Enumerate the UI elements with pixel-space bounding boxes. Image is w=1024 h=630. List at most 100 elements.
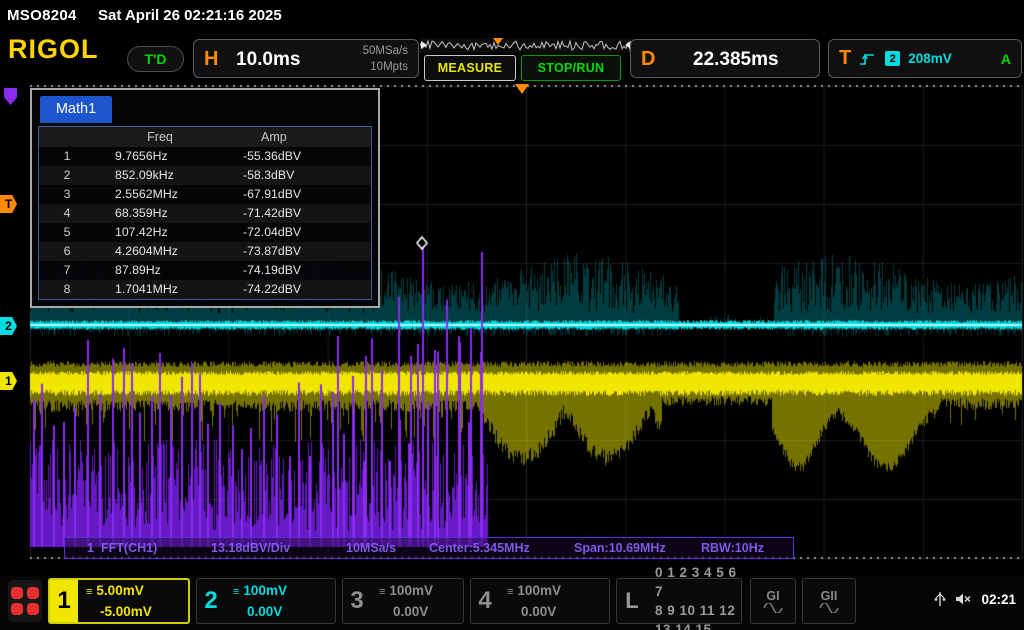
menu-grid-icon bbox=[11, 587, 23, 599]
datetime-text: Sat April 26 02:21:16 2025 bbox=[98, 7, 282, 24]
channel4-scale-line: ≡100mV bbox=[507, 581, 609, 602]
channel2-offset: 0.00V bbox=[233, 602, 335, 621]
hpos-trigger-marker-icon[interactable] bbox=[493, 38, 503, 45]
channel1-scale-line: ≡ 5.00mV bbox=[86, 581, 188, 602]
trigger-mode-indicator: A bbox=[1001, 51, 1011, 67]
trigger-source-chip: 2 bbox=[885, 51, 900, 66]
coupling-icon: ≡ bbox=[379, 586, 385, 598]
coupling-icon: ≡ bbox=[233, 586, 239, 598]
channel3-offset: 0.00V bbox=[379, 602, 463, 621]
fft-sample-rate: 10MSa/s bbox=[346, 539, 396, 558]
d-label: D bbox=[641, 48, 655, 71]
mcell-amp: -58.3dBV bbox=[225, 166, 371, 185]
hpos-waveform-icon bbox=[420, 38, 632, 53]
fft-status-bar[interactable]: 1 FFT(CH1) 13.18dBV/Div 10MSa/s Center:5… bbox=[64, 537, 794, 559]
hpos-left-arrow-icon bbox=[421, 41, 427, 49]
channel2-number: 2 bbox=[197, 579, 225, 623]
math-row: 468.359Hz-71.42dBV bbox=[39, 204, 371, 223]
math-table-header: Freq Amp bbox=[39, 127, 371, 147]
header-index-cell bbox=[39, 127, 95, 147]
t-label: T bbox=[839, 47, 851, 70]
mcell-n: 7 bbox=[39, 261, 95, 280]
clock-text: 02:21 bbox=[981, 592, 1016, 607]
math-row: 2852.09kHz-58.3dBV bbox=[39, 166, 371, 185]
mcell-freq: 107.42Hz bbox=[95, 223, 225, 242]
mcell-amp: -67.91dBV bbox=[225, 185, 371, 204]
rigol-logo: RIGOL bbox=[8, 34, 99, 65]
math-row: 787.89Hz-74.19dBV bbox=[39, 261, 371, 280]
mcell-freq: 87.89Hz bbox=[95, 261, 225, 280]
math-row: 81.7041MHz-74.22dBV bbox=[39, 280, 371, 299]
channel1-scale: 5.00mV bbox=[96, 583, 143, 598]
fft-scale: 13.18dBV/Div bbox=[211, 539, 290, 558]
channel2-scale-line: ≡100mV bbox=[233, 581, 335, 602]
h-label: H bbox=[204, 48, 218, 71]
math1-tab[interactable]: Math1 bbox=[40, 96, 112, 123]
mcell-freq: 9.7656Hz bbox=[95, 147, 225, 166]
menu-grid-icon bbox=[11, 603, 23, 615]
channel4-box[interactable]: 4 ≡100mV 0.00V bbox=[470, 578, 610, 624]
fft-rbw: RBW:10Hz bbox=[701, 539, 764, 558]
la-digits-row1: 0 1 2 3 4 5 6 7 bbox=[655, 563, 741, 601]
measure-button[interactable]: MEASURE bbox=[424, 55, 516, 81]
horizontal-settings-box[interactable]: H 10.0ms 50MSa/s 10Mpts bbox=[193, 39, 419, 78]
math-table-rows: 19.7656Hz-55.36dBV2852.09kHz-58.3dBV32.5… bbox=[39, 147, 371, 299]
acquisition-info: 50MSa/s 10Mpts bbox=[363, 43, 408, 75]
header-amp-cell: Amp bbox=[225, 127, 371, 147]
math-row: 5107.42Hz-72.04dBV bbox=[39, 223, 371, 242]
math1-peak-table: Freq Amp 19.7656Hz-55.36dBV2852.09kHz-58… bbox=[38, 126, 372, 300]
channel3-box[interactable]: 3 ≡ 100mV 0.00V bbox=[342, 578, 464, 624]
menu-grid-icon bbox=[27, 587, 39, 599]
generator1-box[interactable]: GI bbox=[750, 578, 796, 624]
coupling-icon: ≡ bbox=[86, 586, 92, 598]
channel1-box[interactable]: 1 ≡ 5.00mV -5.00mV bbox=[48, 578, 190, 624]
channel2-box[interactable]: 2 ≡100mV 0.00V bbox=[196, 578, 336, 624]
header-toolbar: RIGOL T'D H 10.0ms 50MSa/s 10Mpts MEASUR… bbox=[0, 30, 1024, 84]
bottom-status-bar: 1 ≡5.00mV -5.00mV 2 ≡100mV 0.00V 3 ≡100m… bbox=[0, 576, 1024, 630]
coupling-icon: ≡ bbox=[507, 586, 513, 598]
trigger-box[interactable]: T 2 208mV A bbox=[828, 39, 1022, 78]
mcell-n: 4 bbox=[39, 204, 95, 223]
channel1-offset: -5.00mV bbox=[86, 602, 188, 621]
mcell-freq: 852.09kHz bbox=[95, 166, 225, 185]
math-row: 19.7656Hz-55.36dBV bbox=[39, 147, 371, 166]
mcell-n: 5 bbox=[39, 223, 95, 242]
stop-run-button[interactable]: STOP/RUN bbox=[521, 55, 621, 81]
mcell-n: 8 bbox=[39, 280, 95, 299]
generator2-box[interactable]: GII bbox=[802, 578, 856, 624]
channel4-number: 4 bbox=[471, 579, 499, 623]
mcell-n: 1 bbox=[39, 147, 95, 166]
trigger-level-value: 208mV bbox=[908, 51, 952, 66]
fft-channel: 1 bbox=[87, 539, 94, 558]
sample-rate: 50MSa/s bbox=[363, 43, 408, 59]
timebase-value: 10.0ms bbox=[236, 49, 300, 71]
channel3-scale: 100mV bbox=[389, 583, 433, 598]
generator1-label: GI bbox=[766, 589, 779, 603]
mcell-freq: 4.2604MHz bbox=[95, 242, 225, 261]
math-row: 64.2604MHz-73.87dBV bbox=[39, 242, 371, 261]
hpos-wave bbox=[420, 41, 632, 50]
menu-button[interactable] bbox=[8, 580, 42, 622]
channel3-number: 3 bbox=[343, 579, 371, 623]
mcell-amp: -74.19dBV bbox=[225, 261, 371, 280]
mcell-freq: 1.7041MHz bbox=[95, 280, 225, 299]
delay-box[interactable]: D 22.385ms bbox=[630, 39, 820, 78]
mcell-amp: -73.87dBV bbox=[225, 242, 371, 261]
mcell-amp: -72.04dBV bbox=[225, 223, 371, 242]
logic-analyzer-box[interactable]: L 0 1 2 3 4 5 6 7 8 9 10 11 12 13 14 15 bbox=[616, 578, 742, 624]
mcell-freq: 2.5562MHz bbox=[95, 185, 225, 204]
trigger-position-indicator[interactable] bbox=[515, 84, 529, 94]
mcell-amp: -71.42dBV bbox=[225, 204, 371, 223]
trigger-slope-icon bbox=[859, 51, 877, 67]
model-name: MSO8204 bbox=[7, 7, 77, 24]
math1-window: Math1 Freq Amp 19.7656Hz-55.36dBV2852.09… bbox=[30, 88, 380, 308]
top-status-bar: MSO8204 Sat April 26 02:21:16 2025 bbox=[0, 0, 1024, 30]
sine-wave-icon bbox=[763, 603, 783, 613]
horizontal-position-strip[interactable] bbox=[420, 38, 632, 53]
channel1-number: 1 bbox=[50, 580, 78, 622]
math-row: 32.5562MHz-67.91dBV bbox=[39, 185, 371, 204]
channel3-scale-line: ≡ 100mV bbox=[379, 581, 463, 602]
mcell-amp: -55.36dBV bbox=[225, 147, 371, 166]
mcell-n: 6 bbox=[39, 242, 95, 261]
mcell-n: 2 bbox=[39, 166, 95, 185]
